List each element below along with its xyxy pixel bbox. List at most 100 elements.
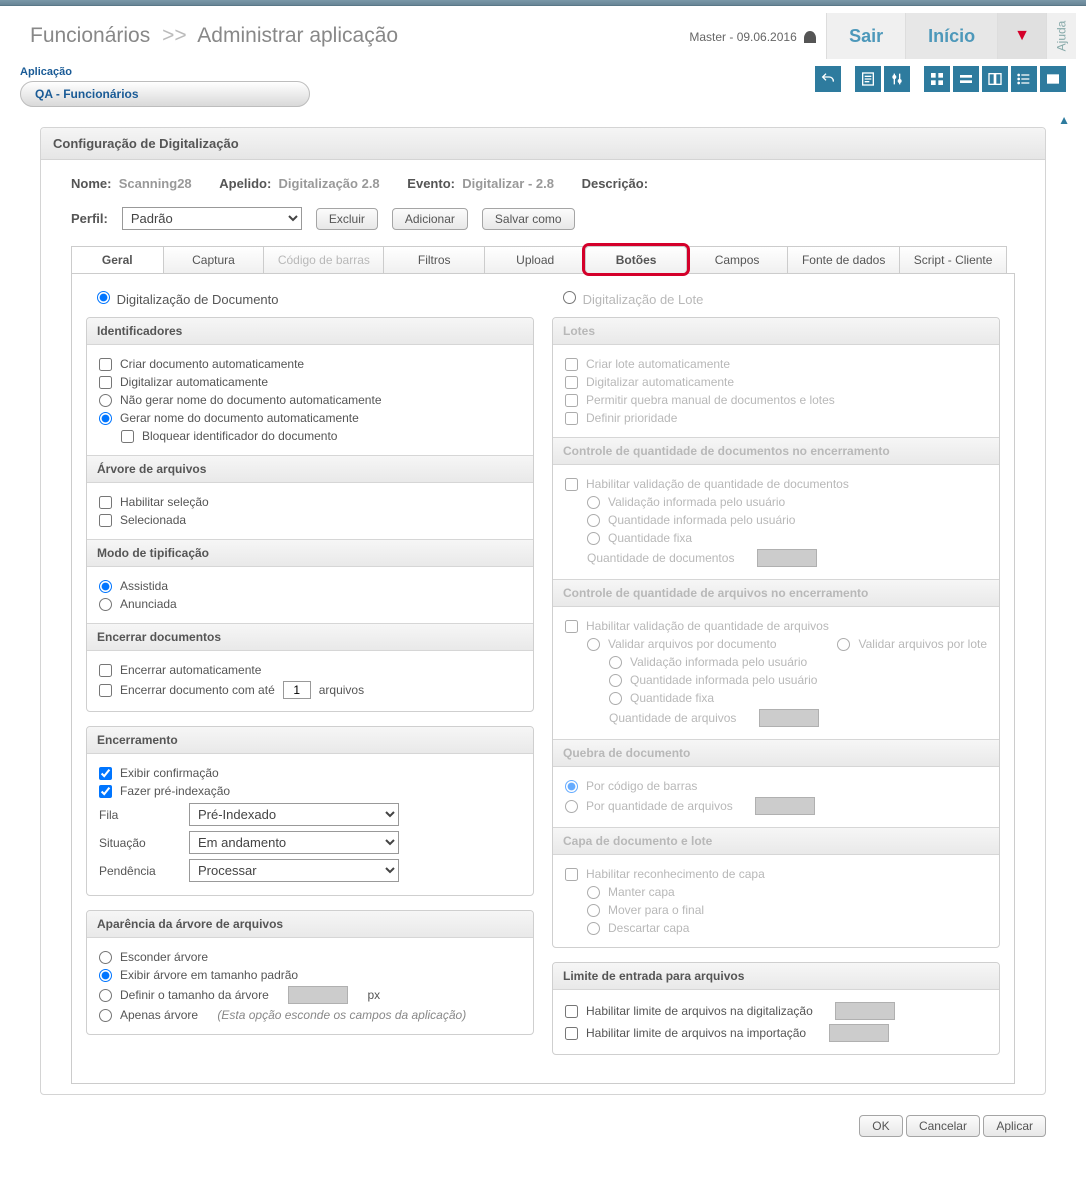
saveas-button[interactable]: Salvar como — [482, 208, 575, 230]
breadcrumb-a: Funcionários — [30, 24, 150, 47]
footer: OK Cancelar Aplicar — [0, 1107, 1086, 1155]
tools-icon[interactable] — [884, 66, 910, 92]
selected[interactable] — [99, 514, 112, 527]
tab-filtros[interactable]: Filtros — [383, 246, 485, 273]
alias-label: Apelido: — [219, 176, 271, 191]
auto-create-doc[interactable] — [99, 358, 112, 371]
doc-fixed-qty — [587, 532, 600, 545]
breadcrumb-b: Administrar aplicação — [197, 24, 398, 47]
closing-title: Encerramento — [87, 727, 533, 754]
file-per-doc — [587, 638, 600, 651]
user-info: Master - 09.06.2016 — [689, 29, 816, 44]
tab-captura[interactable]: Captura — [163, 246, 265, 273]
doc-user-qty — [587, 514, 600, 527]
closedocs-title: Encerrar documentos — [87, 623, 533, 651]
lock-id[interactable] — [121, 430, 134, 443]
enable-cover — [565, 868, 578, 881]
cancel-button[interactable]: Cancelar — [906, 1115, 980, 1137]
config-panel: Configuração de Digitalização Nome: Scan… — [40, 127, 1046, 1095]
application-selector[interactable]: QA - Funcionários — [20, 81, 310, 107]
application-label: Aplicação — [20, 66, 310, 78]
home-button[interactable]: Início — [905, 13, 997, 59]
enable-file-qty — [565, 620, 578, 633]
tab-fonte[interactable]: Fonte de dados — [787, 246, 900, 273]
gen-name[interactable] — [99, 412, 112, 425]
preindex[interactable] — [99, 785, 112, 798]
tree-size-input[interactable] — [288, 986, 348, 1004]
breadcrumb-sep: >> — [162, 24, 187, 47]
tree-only[interactable] — [99, 1009, 112, 1022]
scan-batch-input[interactable] — [563, 291, 576, 304]
tab-botoes[interactable]: Botões — [585, 246, 687, 273]
ok-button[interactable]: OK — [859, 1115, 902, 1137]
batches-fieldset: Lotes Criar lote automaticamente Digital… — [552, 317, 1000, 948]
status-label: Situação — [99, 836, 189, 850]
limit-title: Limite de entrada para arquivos — [553, 963, 999, 990]
grid-icon[interactable] — [924, 66, 950, 92]
cover-discard — [587, 922, 600, 935]
scan-doc-input[interactable] — [97, 291, 110, 304]
default-tree[interactable] — [99, 969, 112, 982]
dropdown-button[interactable]: ▼ — [997, 13, 1046, 59]
add-button[interactable]: Adicionar — [392, 208, 468, 230]
info-line: Nome: Scanning28 Apelido: Digitalização … — [71, 176, 1015, 191]
file-per-batch — [837, 638, 850, 651]
delete-button[interactable]: Excluir — [316, 208, 378, 230]
header: Funcionários >> Administrar aplicação Ma… — [0, 6, 1086, 66]
tab-barcode[interactable]: Código de barras — [263, 246, 384, 273]
close-upto-value[interactable] — [283, 681, 311, 699]
queue-label: Fila — [99, 808, 189, 822]
set-tree-size[interactable] — [99, 989, 112, 1002]
doc-qty-input — [757, 549, 817, 567]
detail-icon[interactable] — [1040, 66, 1066, 92]
exit-button[interactable]: Sair — [826, 13, 905, 59]
pending-select[interactable]: Processar — [189, 859, 399, 882]
limit-import-input[interactable] — [829, 1024, 889, 1042]
auto-create-batch — [565, 358, 578, 371]
break-barcode — [565, 780, 578, 793]
scan-doc-radio[interactable]: Digitalização de Documento — [92, 288, 534, 307]
auto-close[interactable] — [99, 664, 112, 677]
enable-doc-qty — [565, 478, 578, 491]
name-value: Scanning28 — [119, 176, 192, 191]
auto-scan-batch — [565, 376, 578, 389]
profile-label: Perfil: — [71, 211, 108, 226]
scan-batch-radio[interactable]: Digitalização de Lote — [558, 288, 1000, 307]
close-upto[interactable] — [99, 684, 112, 697]
collapse-icon[interactable]: ▲ — [0, 113, 1086, 127]
layout1-icon[interactable] — [953, 66, 979, 92]
user-icon — [804, 31, 816, 43]
apply-button[interactable]: Aplicar — [983, 1115, 1046, 1137]
tab-geral[interactable]: Geral — [71, 246, 164, 273]
closing-fieldset: Encerramento Exibir confirmação Fazer pr… — [86, 726, 534, 896]
queue-select[interactable]: Pré-Indexado — [189, 803, 399, 826]
typing-assisted[interactable] — [99, 580, 112, 593]
no-gen-name[interactable] — [99, 394, 112, 407]
tab-upload[interactable]: Upload — [484, 246, 586, 273]
tab-campos[interactable]: Campos — [686, 246, 788, 273]
break-qty-input — [755, 797, 815, 815]
limit-scan[interactable] — [565, 1005, 578, 1018]
profile-select[interactable]: Padrão — [122, 207, 302, 230]
identifiers-fieldset: Identificadores Criar documento automati… — [86, 317, 534, 712]
typing-announced[interactable] — [99, 598, 112, 611]
fileqty-title: Controle de quantidade de arquivos no en… — [553, 579, 999, 607]
show-confirm[interactable] — [99, 767, 112, 780]
status-select[interactable]: Em andamento — [189, 831, 399, 854]
enable-selection[interactable] — [99, 496, 112, 509]
limit-import[interactable] — [565, 1027, 578, 1040]
set-priority — [565, 412, 578, 425]
typing-title: Modo de tipificação — [87, 539, 533, 567]
list-icon[interactable] — [1011, 66, 1037, 92]
manual-break — [565, 394, 578, 407]
hide-tree[interactable] — [99, 951, 112, 964]
help-tab[interactable]: Ajuda — [1046, 13, 1076, 59]
tab-script[interactable]: Script - Cliente — [899, 246, 1007, 273]
event-label: Evento: — [407, 176, 455, 191]
desc-label: Descrição: — [582, 176, 648, 191]
limit-scan-input[interactable] — [835, 1002, 895, 1020]
auto-scan-doc[interactable] — [99, 376, 112, 389]
form-icon[interactable] — [855, 66, 881, 92]
layout2-icon[interactable] — [982, 66, 1008, 92]
undo-icon[interactable] — [815, 66, 841, 92]
